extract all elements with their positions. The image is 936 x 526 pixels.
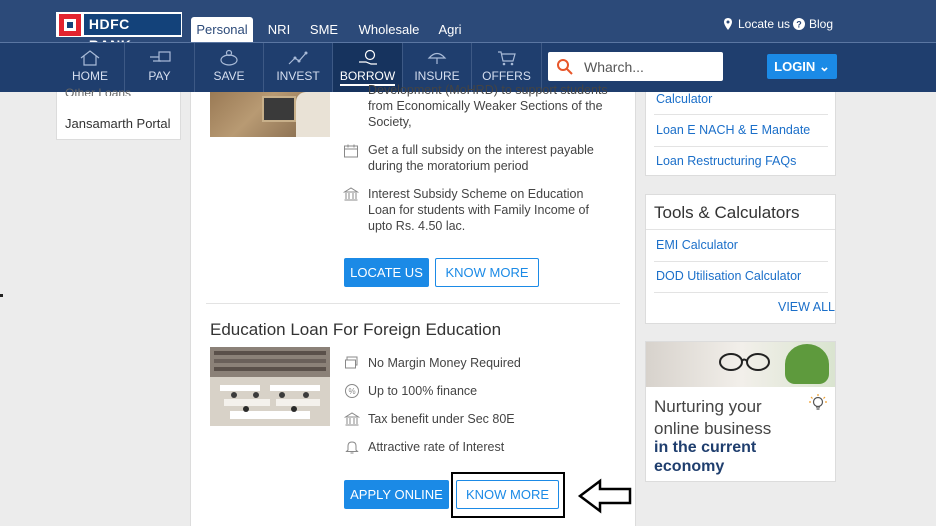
calculator-link[interactable]: Calculator bbox=[656, 92, 712, 106]
promo-line-2: online business bbox=[654, 419, 772, 438]
loan1-know-more-button[interactable]: KNOW MORE bbox=[435, 258, 539, 287]
loan1-feature-2: Get a full subsidy on the interest payab… bbox=[368, 143, 594, 173]
tools-title: Tools & Calculators bbox=[654, 203, 800, 222]
emi-calculator-link[interactable]: EMI Calculator bbox=[656, 238, 738, 252]
nav-pay-label: PAY bbox=[148, 69, 171, 83]
apply-online-button[interactable]: APPLY ONLINE bbox=[344, 480, 449, 509]
slate-image-part bbox=[262, 96, 296, 122]
hdfc-logo[interactable]: HDFC BANK bbox=[56, 12, 182, 53]
blog-label: Blog bbox=[809, 17, 834, 31]
calendar-icon bbox=[344, 144, 358, 158]
search-icon bbox=[557, 58, 573, 75]
money-stack-icon bbox=[345, 356, 358, 369]
plant-image bbox=[785, 344, 829, 384]
bank-building-icon bbox=[343, 187, 359, 201]
locate-us-label: Locate us bbox=[738, 17, 791, 31]
left-sidebar-card: Other Loans Jansamarth Portal bbox=[56, 86, 181, 140]
section-divider bbox=[206, 303, 620, 304]
promo-line-4: economy bbox=[654, 458, 725, 475]
sidebar-item-jansamarth[interactable]: Jansamarth Portal bbox=[65, 116, 171, 131]
logo-text: HDFC BANK bbox=[83, 14, 181, 53]
loan2-feature-3: Tax benefit under Sec 80E bbox=[368, 412, 515, 426]
tax-building-icon bbox=[344, 412, 360, 426]
promo-line-1: Nurturing your bbox=[654, 397, 762, 416]
highlight-box bbox=[451, 472, 565, 518]
tab-sme[interactable]: SME bbox=[306, 17, 342, 42]
login-label: LOGIN bbox=[774, 59, 816, 74]
tab-nri[interactable]: NRI bbox=[263, 17, 295, 42]
nav-invest-label: INVEST bbox=[276, 69, 320, 83]
loan-enach-link[interactable]: Loan E NACH & E Mandate bbox=[656, 123, 810, 137]
dod-calculator-link[interactable]: DOD Utilisation Calculator bbox=[656, 269, 801, 283]
insure-umbrella-icon bbox=[427, 52, 447, 64]
loan1-feature-3: Interest Subsidy Scheme on Education Loa… bbox=[368, 187, 589, 233]
nav-pay[interactable]: PAY bbox=[125, 43, 195, 93]
tab-agri[interactable]: Agri bbox=[434, 17, 466, 42]
loan-restructuring-link[interactable]: Loan Restructuring FAQs bbox=[656, 154, 796, 168]
loan2-feature-4: Attractive rate of Interest bbox=[368, 440, 505, 454]
nav-save-label: SAVE bbox=[213, 69, 245, 83]
nav-offers-label: OFFERS bbox=[482, 69, 531, 83]
title-divider bbox=[646, 229, 835, 230]
loan1-feature-1-text: Development (MoHRD) to support students … bbox=[368, 83, 608, 129]
library-scene-image bbox=[210, 347, 330, 426]
tools-calculators-card: Tools & Calculators EMI Calculator DOD U… bbox=[645, 194, 836, 324]
right-links-card: Calculator Loan E NACH & E Mandate Loan … bbox=[645, 92, 836, 176]
logo-mark-icon bbox=[59, 13, 81, 36]
loan2-feature-1: No Margin Money Required bbox=[368, 356, 521, 370]
loan1-feature-1: Development (MoHRD) to support students … bbox=[368, 82, 608, 130]
promo-banner[interactable]: Nurturing your online business in the cu… bbox=[645, 341, 836, 482]
borrow-money-icon bbox=[358, 49, 377, 65]
education-loan-image bbox=[210, 92, 330, 137]
blog-link[interactable]: ? Blog bbox=[793, 17, 833, 31]
lightbulb-icon bbox=[809, 394, 827, 410]
sidebar-item-other-loans[interactable]: Other Loans bbox=[65, 86, 131, 96]
loan2-feature-2: Up to 100% finance bbox=[368, 384, 478, 398]
pointer-arrow-icon bbox=[577, 478, 632, 514]
growth-chart-icon bbox=[288, 51, 308, 65]
locate-us-button[interactable]: LOCATE US bbox=[344, 258, 429, 287]
pay-hand-icon bbox=[149, 51, 171, 62]
glasses-image bbox=[719, 353, 770, 371]
promo-line-3: in the current bbox=[654, 439, 757, 456]
top-header: HDFC BANK Personal NRI SME Wholesale Agr… bbox=[0, 0, 936, 53]
search-box[interactable] bbox=[548, 52, 723, 81]
shopping-cart-icon bbox=[497, 51, 516, 66]
bell-icon bbox=[345, 441, 359, 454]
person-image-part bbox=[296, 92, 330, 137]
view-all-link[interactable]: VIEW ALL bbox=[778, 300, 835, 314]
edge-mark bbox=[0, 294, 3, 297]
location-pin-icon bbox=[722, 18, 734, 30]
home-icon bbox=[80, 50, 100, 66]
login-button[interactable]: LOGIN ⌄ bbox=[767, 54, 837, 79]
percent-icon: % bbox=[345, 384, 359, 398]
nav-save[interactable]: SAVE bbox=[195, 43, 264, 93]
foreign-education-image bbox=[210, 347, 330, 426]
tab-wholesale[interactable]: Wholesale bbox=[354, 17, 424, 42]
svg-text:?: ? bbox=[796, 20, 802, 30]
tab-personal[interactable]: Personal bbox=[191, 17, 253, 42]
link-divider bbox=[654, 114, 828, 115]
chevron-down-icon: ⌄ bbox=[818, 59, 830, 74]
search-input[interactable] bbox=[584, 58, 704, 75]
locate-us-link[interactable]: Locate us bbox=[722, 17, 790, 31]
piggy-bank-icon bbox=[220, 49, 238, 66]
svg-text:%: % bbox=[348, 387, 355, 396]
link-divider bbox=[654, 261, 828, 262]
promo-subheading: in the current economy bbox=[654, 438, 756, 476]
nav-insure-label: INSURE bbox=[414, 69, 460, 83]
link-divider bbox=[654, 292, 828, 293]
help-circle-icon: ? bbox=[793, 18, 805, 30]
nav-home-label: HOME bbox=[72, 69, 108, 83]
foreign-education-title: Education Loan For Foreign Education bbox=[210, 320, 502, 339]
promo-heading: Nurturing your online business bbox=[654, 396, 771, 440]
nav-invest[interactable]: INVEST bbox=[264, 43, 333, 93]
link-divider bbox=[654, 146, 828, 147]
